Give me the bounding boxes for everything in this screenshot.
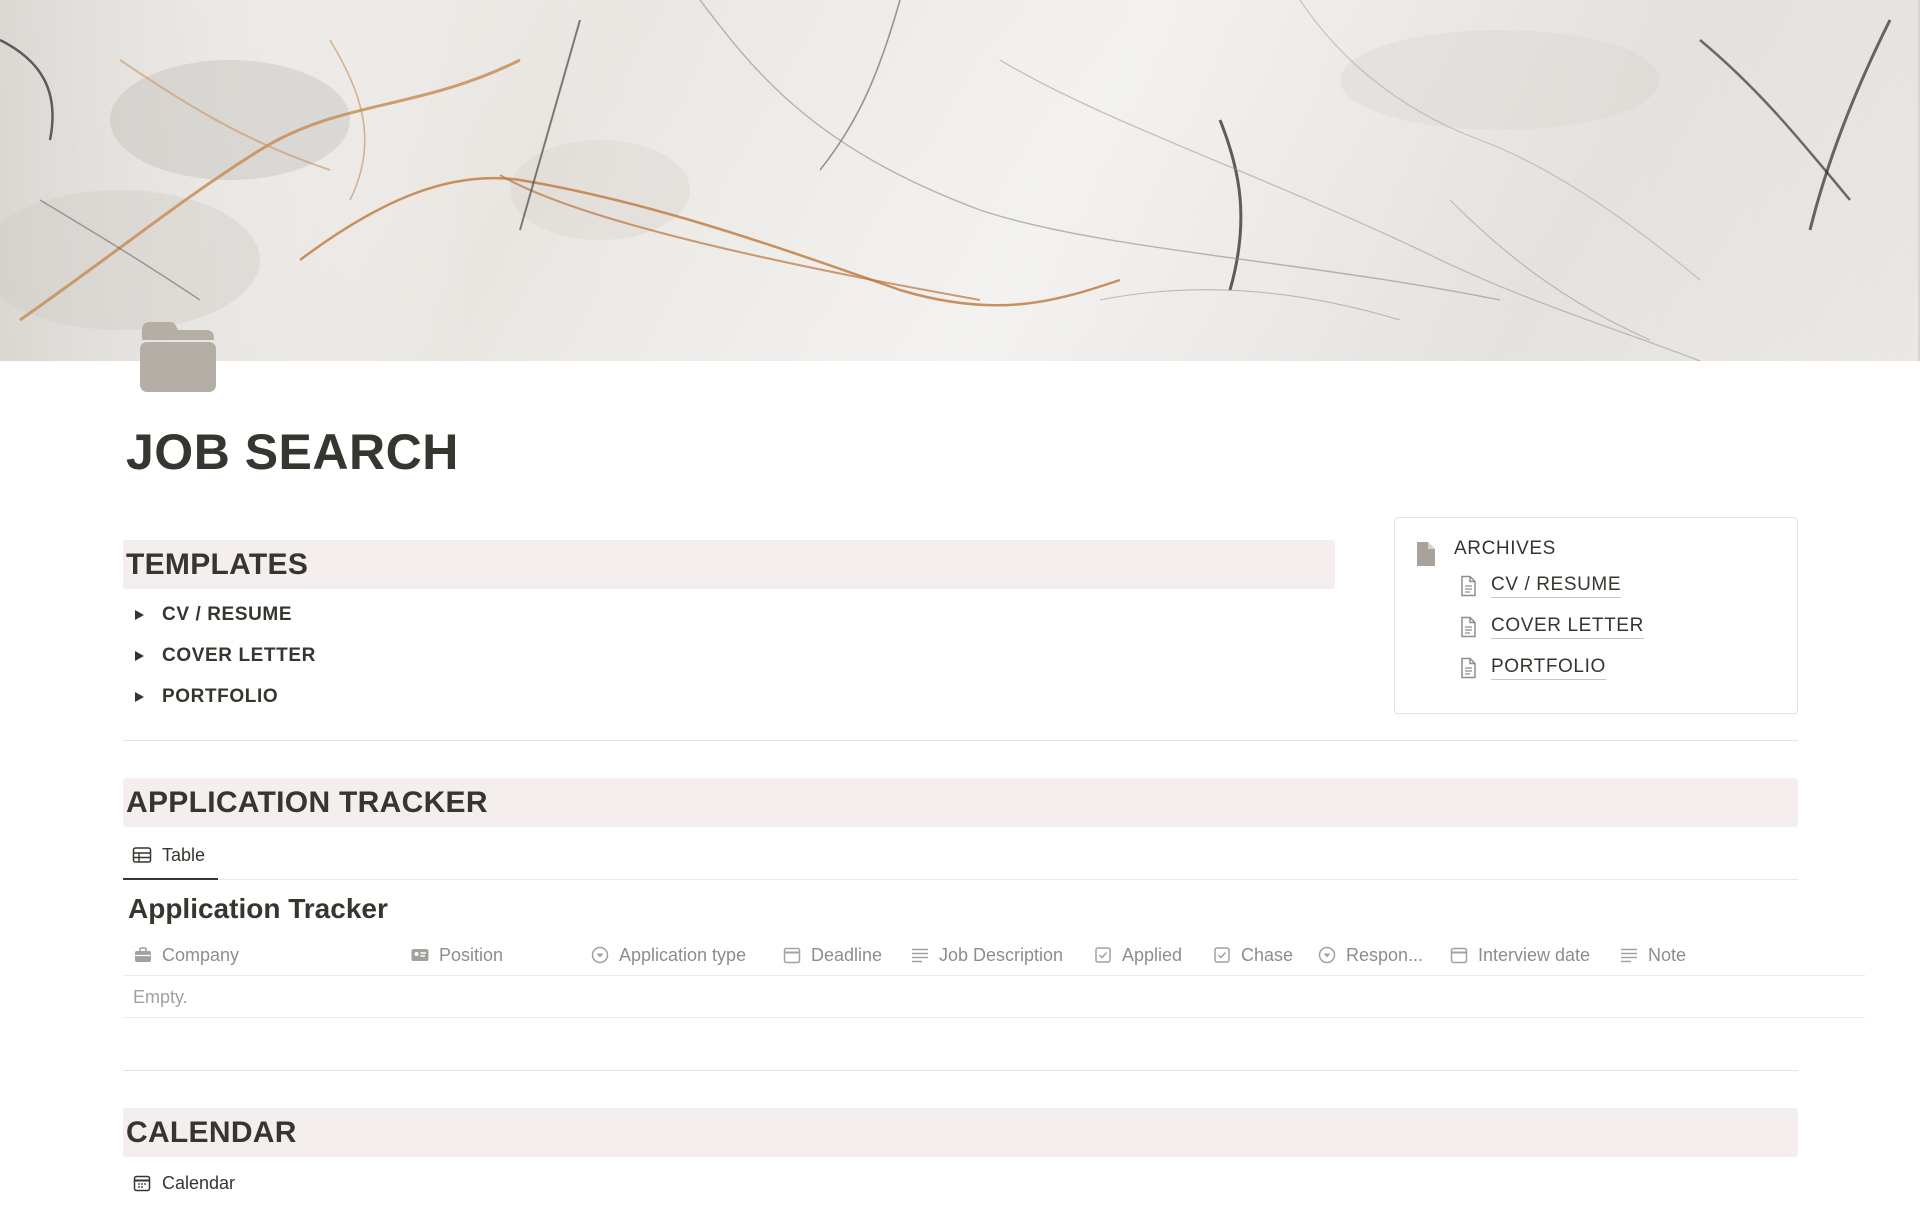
file-icon: [1415, 542, 1435, 571]
marble-texture: [0, 0, 1920, 361]
column-label: Note: [1648, 944, 1687, 965]
application-tracker-heading: APPLICATION TRACKER: [123, 778, 1798, 827]
triangle-right-icon[interactable]: [128, 645, 150, 667]
column-application-type[interactable]: Application type: [590, 934, 746, 976]
folder-icon[interactable]: [138, 318, 216, 394]
table-icon: [132, 845, 152, 865]
table-header: Company Position Application type Deadli…: [123, 934, 1865, 976]
archives-title: ARCHIVES: [1454, 538, 1556, 559]
column-note[interactable]: Note: [1619, 934, 1686, 976]
archive-link-label: PORTFOLIO: [1491, 655, 1606, 680]
document-icon: [1457, 575, 1479, 597]
tab-label: Table: [162, 844, 206, 865]
column-label: Company: [162, 944, 240, 965]
toggle-label: PORTFOLIO: [162, 685, 279, 707]
empty-state: Empty.: [123, 976, 1865, 1018]
calendar-icon: [782, 945, 802, 965]
tab-bar-line: [123, 879, 1798, 880]
calendar-heading: CALENDAR: [123, 1108, 1798, 1157]
templates-toggle-list: CV / RESUME COVER LETTER PORTFOLIO: [128, 594, 316, 717]
column-label: Chase: [1241, 944, 1294, 965]
column-label: Position: [439, 944, 504, 965]
templates-heading: TEMPLATES: [123, 540, 1335, 589]
cover-image: [0, 0, 1920, 361]
column-label: Applied: [1122, 944, 1183, 965]
toggle-cover-letter[interactable]: COVER LETTER: [128, 635, 316, 676]
database-title[interactable]: Application Tracker: [128, 893, 388, 925]
active-tab-indicator: [123, 878, 218, 880]
toggle-portfolio[interactable]: PORTFOLIO: [128, 676, 316, 717]
toggle-cv-resume[interactable]: CV / RESUME: [128, 594, 316, 635]
archive-link-label: CV / RESUME: [1491, 573, 1622, 598]
calendar-icon: [132, 1173, 152, 1193]
triangle-right-icon[interactable]: [128, 686, 150, 708]
column-label: Job Description: [939, 944, 1064, 965]
calendar-icon: [1449, 945, 1469, 965]
select-icon: [1317, 945, 1337, 965]
archives-callout: ARCHIVES CV / RESUME COVER LETTER PORTFO…: [1394, 517, 1798, 714]
tab-calendar[interactable]: Calendar: [123, 1161, 247, 1205]
toggle-label: COVER LETTER: [162, 644, 316, 666]
document-icon: [1457, 657, 1479, 679]
triangle-right-icon[interactable]: [128, 604, 150, 626]
column-applied[interactable]: Applied: [1093, 934, 1182, 976]
column-label: Application type: [619, 944, 747, 965]
column-chase[interactable]: Chase: [1212, 934, 1293, 976]
column-company[interactable]: Company: [133, 934, 239, 976]
column-label: Deadline: [811, 944, 883, 965]
archive-link-cv-resume[interactable]: CV / RESUME: [1457, 573, 1622, 598]
toggle-label: CV / RESUME: [162, 603, 293, 625]
document-icon: [1457, 616, 1479, 638]
column-interview-date[interactable]: Interview date: [1449, 934, 1590, 976]
column-job-description[interactable]: Job Description: [910, 934, 1063, 976]
column-deadline[interactable]: Deadline: [782, 934, 882, 976]
text-lines-icon: [910, 945, 930, 965]
divider: [123, 1070, 1798, 1071]
archive-link-portfolio[interactable]: PORTFOLIO: [1457, 655, 1606, 680]
column-response[interactable]: Respon...: [1317, 934, 1423, 976]
tab-table[interactable]: Table: [123, 833, 217, 877]
checkbox-icon: [1093, 945, 1113, 965]
column-label: Respon...: [1346, 944, 1424, 965]
checkbox-icon: [1212, 945, 1232, 965]
column-position[interactable]: Position: [410, 934, 503, 976]
briefcase-icon: [133, 945, 153, 965]
id-card-icon: [410, 945, 430, 965]
page-title: JOB SEARCH: [126, 424, 459, 480]
text-lines-icon: [1619, 945, 1639, 965]
archive-link-label: COVER LETTER: [1491, 614, 1644, 639]
divider: [123, 740, 1798, 741]
tab-label: Calendar: [162, 1172, 236, 1193]
archive-link-cover-letter[interactable]: COVER LETTER: [1457, 614, 1644, 639]
column-label: Interview date: [1478, 944, 1591, 965]
select-icon: [590, 945, 610, 965]
